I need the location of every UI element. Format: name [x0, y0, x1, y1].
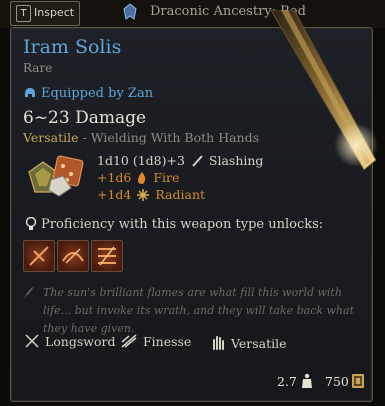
weight-icon	[302, 373, 312, 388]
slashing-icon	[192, 155, 203, 167]
damage-type: Radiant	[155, 187, 206, 202]
quill-icon	[24, 286, 34, 298]
equipped-by: Equipped by Zan	[41, 86, 154, 101]
damage-dice: +1d6	[97, 170, 132, 185]
dice-icon	[28, 155, 84, 197]
radiant-icon	[137, 189, 150, 201]
damage-row-fire: +1d6 Fire	[97, 169, 263, 186]
damage-range: 6~23 Damage	[23, 108, 147, 128]
helmet-icon	[25, 88, 35, 97]
inspect-label: Inspect	[34, 6, 75, 19]
item-tooltip: Iram Solis Rare Equipped by Zan 6~23 Dam…	[10, 10, 378, 402]
longsword-icon	[25, 334, 39, 348]
property-versatile[interactable]: Versatile	[209, 334, 287, 351]
versatile-tag: Versatile	[23, 130, 79, 145]
damage-type: Fire	[153, 170, 180, 185]
weapon-action-3-icon[interactable]	[91, 240, 123, 272]
proficiency-label: Proficiency with this weapon type unlock…	[41, 217, 324, 232]
fire-icon	[138, 172, 146, 184]
lightbulb-icon	[25, 217, 37, 230]
finesse-icon	[121, 334, 137, 348]
damage-type: Slashing	[208, 153, 264, 168]
weapon-action-1-icon[interactable]	[23, 240, 55, 272]
damage-row-slashing: 1d10 (1d8)+3 Slashing	[97, 152, 263, 169]
damage-row-radiant: +1d4 Radiant	[97, 186, 263, 203]
inspect-keybind: T	[16, 5, 31, 22]
versatile-icon	[213, 336, 224, 350]
gold-coin-icon	[352, 374, 364, 388]
versatile-note: Versatile - Wielding With Both Hands	[23, 130, 259, 145]
item-name: Iram Solis	[23, 36, 122, 58]
damage-dice: 1d10 (1d8)+3	[97, 153, 185, 168]
item-rarity: Rare	[23, 61, 53, 75]
property-label: Longsword	[44, 334, 116, 349]
item-weight: 2.7	[277, 374, 297, 389]
item-price: 750	[325, 374, 349, 389]
property-label: Versatile	[230, 336, 287, 351]
property-finesse[interactable]: Finesse	[119, 334, 191, 349]
property-label: Finesse	[142, 334, 192, 349]
damage-breakdown: 1d10 (1d8)+3 Slashing +1d6 Fire +1d4 Rad…	[97, 152, 263, 203]
item-lore: The sun's brilliant flames are what fill…	[43, 286, 354, 335]
weapon-action-2-icon[interactable]	[57, 240, 89, 272]
versatile-description: - Wielding With Both Hands	[78, 130, 260, 145]
property-longsword[interactable]: Longsword	[23, 334, 115, 349]
damage-dice: +1d4	[97, 187, 132, 202]
dragon-icon	[123, 3, 137, 20]
